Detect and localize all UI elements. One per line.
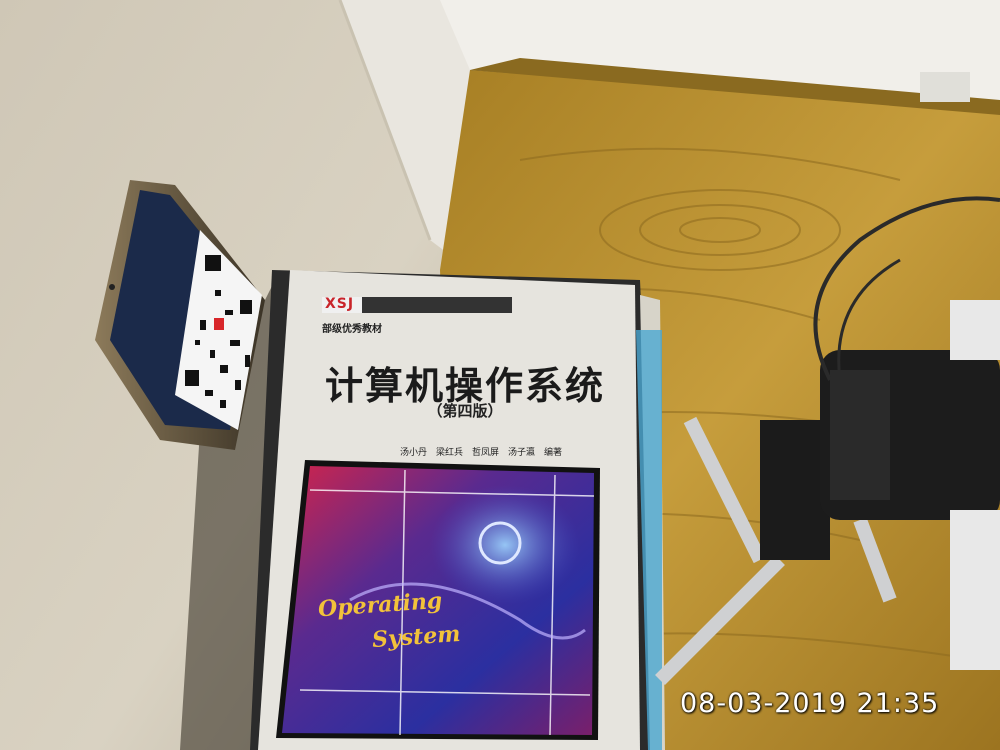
book-authors: 汤小丹 梁红兵 哲凤屏 汤子瀛 编著 [400, 448, 563, 458]
book-logo: XSJ [325, 296, 355, 312]
photo-timestamp: 08-03-2019 21:35 [680, 688, 940, 719]
book-edition: （第四版） [427, 402, 503, 420]
book [250, 270, 665, 750]
book-series-label: 部级优秀教材 [322, 324, 382, 335]
